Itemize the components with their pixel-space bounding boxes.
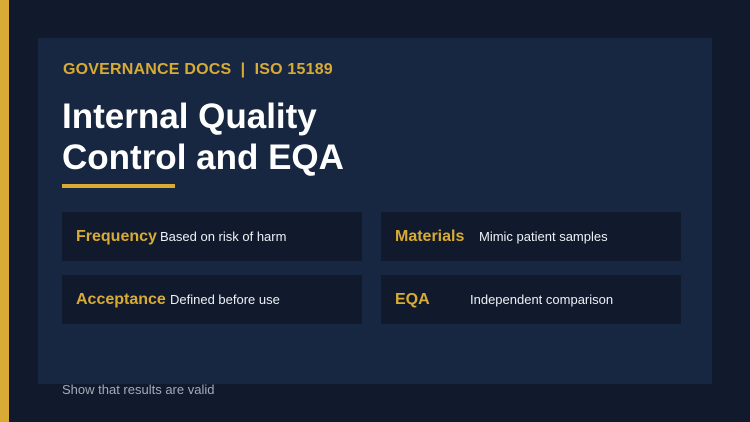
card-term: Acceptance bbox=[76, 290, 166, 308]
title-line-2: Control and EQA bbox=[62, 138, 344, 177]
card-description: Defined before use bbox=[170, 292, 280, 307]
card-description: Based on risk of harm bbox=[160, 229, 287, 244]
card-term: EQA bbox=[395, 290, 430, 308]
left-accent-bar bbox=[0, 0, 9, 422]
footer-note: Show that results are valid bbox=[62, 382, 215, 397]
card-eqa: EQA Independent comparison bbox=[381, 275, 681, 324]
card-description: Independent comparison bbox=[470, 292, 614, 307]
card-frequency: Frequency Based on risk of harm bbox=[62, 212, 362, 261]
title-line-1: Internal Quality bbox=[62, 97, 317, 136]
eyebrow-label: GOVERNANCE DOCS | ISO 15189 bbox=[63, 61, 333, 78]
content-panel bbox=[38, 38, 712, 384]
title-underline bbox=[62, 184, 175, 188]
card-term: Materials bbox=[395, 227, 465, 245]
card-description: Mimic patient samples bbox=[479, 229, 608, 244]
card-term: Frequency bbox=[76, 227, 157, 245]
card-materials: Materials Mimic patient samples bbox=[381, 212, 681, 261]
card-acceptance: Acceptance Defined before use bbox=[62, 275, 362, 324]
page-title: Internal Quality Control and EQA bbox=[62, 96, 462, 178]
